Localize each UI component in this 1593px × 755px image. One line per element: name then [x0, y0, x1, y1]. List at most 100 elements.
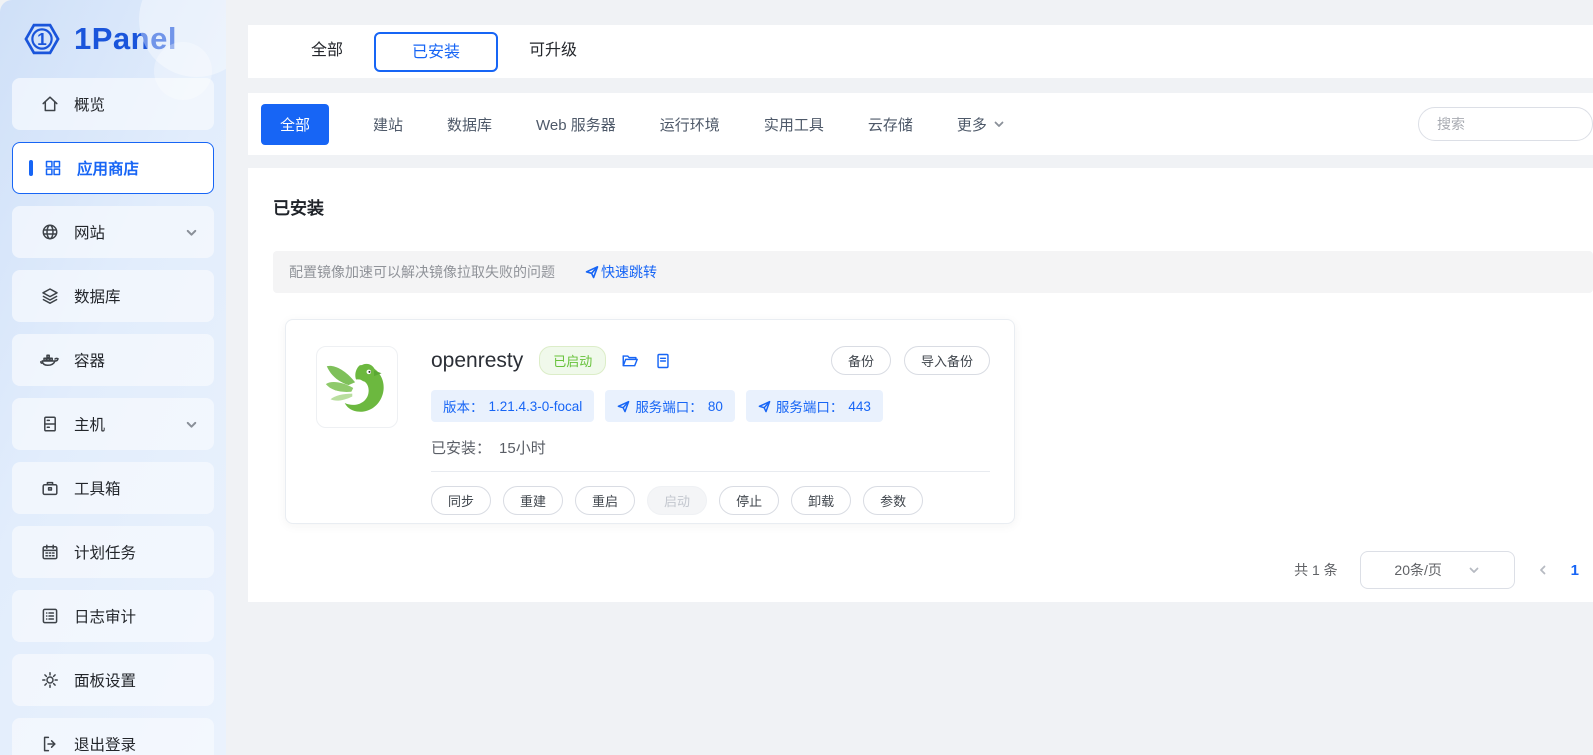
more-label: 更多: [956, 116, 987, 134]
tab-installed[interactable]: 已安装: [374, 31, 499, 72]
installed-label: 已安装：: [431, 440, 492, 457]
installed-apps-panel: 已安装 配置镜像加速可以解决镜像拉取失败的问题 快速跳转 openresty 已…: [248, 168, 1593, 602]
quick-jump-label: 快速跳转: [601, 264, 657, 280]
sidebar-item-website[interactable]: 网站: [12, 206, 214, 258]
category-more-dropdown[interactable]: 更多: [957, 114, 1005, 135]
pagination-total: 共 1 条: [1294, 562, 1338, 578]
calendar-icon: [42, 544, 58, 560]
paper-plane-icon: [758, 400, 771, 412]
page-size-select[interactable]: 20条/页: [1359, 551, 1515, 589]
sidebar-item-label: 工具箱: [74, 481, 121, 498]
search-input[interactable]: [1418, 107, 1593, 141]
section-title: 已安装: [273, 199, 324, 218]
svg-text:1: 1: [37, 29, 47, 49]
app-name: openresty: [431, 348, 524, 372]
quick-jump-link[interactable]: 快速跳转: [585, 262, 657, 282]
paper-plane-icon: [585, 266, 599, 279]
sidebar-item-label: 应用商店: [77, 161, 140, 178]
gear-icon: [42, 672, 58, 688]
start-button: 启动: [647, 486, 708, 515]
openresty-bird-icon: [325, 363, 384, 412]
sidebar-item-container[interactable]: 容器: [12, 334, 214, 386]
backup-button[interactable]: 备份: [830, 346, 891, 375]
sync-button[interactable]: 同步: [431, 486, 492, 515]
sidebar-item-appstore[interactable]: 应用商店: [12, 142, 214, 194]
sidebar-item-label: 计划任务: [74, 545, 137, 562]
mirror-hint-alert: 配置镜像加速可以解决镜像拉取失败的问题 快速跳转: [273, 251, 1593, 293]
app-status-tabbar: 全部 已安装 可升级: [248, 25, 1593, 78]
category-filterbar: 全部 建站 数据库 Web 服务器 运行环境 实用工具 云存储 更多: [248, 93, 1593, 155]
chevron-down-icon: [994, 121, 1004, 127]
sidebar-item-cron[interactable]: 计划任务: [12, 526, 214, 578]
tab-all[interactable]: 全部: [280, 32, 374, 72]
sidebar-item-label: 概览: [74, 97, 106, 114]
active-indicator: [29, 160, 33, 176]
category-cloud-storage[interactable]: 云存储: [868, 114, 913, 135]
version-label: 版本：: [443, 400, 484, 415]
log-list-icon: [42, 608, 58, 624]
chevron-down-icon: [1469, 567, 1479, 573]
stop-button[interactable]: 停止: [719, 486, 780, 515]
sidebar-item-label: 日志审计: [74, 609, 137, 626]
chevron-down-icon: [186, 421, 197, 428]
server-icon: [44, 416, 56, 432]
rebuild-button[interactable]: 重建: [503, 486, 564, 515]
sidebar-item-label: 面板设置: [74, 673, 137, 690]
chevron-down-icon: [186, 229, 197, 236]
status-badge: 已启动: [539, 346, 607, 375]
category-database[interactable]: 数据库: [447, 114, 492, 135]
prev-page-button[interactable]: [1537, 564, 1549, 576]
service-port-80-tag[interactable]: 服务端口： 80: [605, 390, 735, 422]
tab-upgradable[interactable]: 可升级: [498, 32, 608, 72]
params-button[interactable]: 参数: [863, 486, 924, 515]
card-divider: [431, 471, 990, 472]
sidebar-item-label: 数据库: [74, 289, 121, 306]
app-card-body: openresty 已启动 备份 导入备份 版本： 1.21.4.3-0-foc…: [431, 346, 990, 523]
import-backup-button[interactable]: 导入备份: [903, 346, 990, 375]
version-tag: 版本： 1.21.4.3-0-focal: [431, 390, 595, 422]
layers-icon: [42, 288, 58, 304]
chevron-left-icon: [1539, 565, 1546, 575]
category-website[interactable]: 建站: [373, 114, 403, 135]
appstore-grid-icon: [45, 160, 61, 176]
installed-duration: 已安装： 15小时: [431, 437, 990, 458]
sidebar-item-label: 网站: [74, 225, 106, 242]
sidebar-item-label: 主机: [74, 417, 106, 434]
briefcase-icon: [42, 481, 58, 496]
category-tools[interactable]: 实用工具: [764, 114, 824, 135]
uninstall-button[interactable]: 卸载: [791, 486, 852, 515]
pagination: 共 1 条 20条/页 1: [273, 551, 1593, 589]
page-size-value: 20条/页: [1394, 562, 1442, 578]
app-actions: 同步 重建 重启 启动 停止 卸载 参数: [431, 486, 990, 515]
sidebar-item-label: 退出登录: [74, 737, 137, 754]
sidebar-item-toolbox[interactable]: 工具箱: [12, 462, 214, 514]
restart-button[interactable]: 重启: [575, 486, 636, 515]
sidebar-item-settings[interactable]: 面板设置: [12, 654, 214, 706]
category-all-button[interactable]: 全部: [261, 103, 330, 145]
globe-icon: [42, 224, 58, 240]
installed-value: 15小时: [499, 440, 546, 457]
sidebar-item-logs[interactable]: 日志审计: [12, 590, 214, 642]
alert-message: 配置镜像加速可以解决镜像拉取失败的问题: [289, 264, 555, 280]
app-card-openresty: openresty 已启动 备份 导入备份 版本： 1.21.4.3-0-foc…: [285, 319, 1015, 524]
sidebar-item-logout[interactable]: 退出登录: [12, 718, 214, 755]
port-value: 80: [707, 398, 723, 414]
paper-plane-icon: [617, 400, 630, 412]
sidebar-item-label: 容器: [74, 353, 106, 370]
sidebar-item-host[interactable]: 主机: [12, 398, 214, 450]
logout-icon: [43, 736, 56, 752]
document-icon[interactable]: [654, 352, 672, 370]
sidebar-menu: 概览 应用商店 网站 数据库 容器 主机 工具箱 计划任务 日志审计 面板设置 …: [0, 78, 226, 755]
current-page[interactable]: 1: [1571, 562, 1579, 579]
category-runtime[interactable]: 运行环境: [660, 114, 720, 135]
app-logo-box: [316, 346, 398, 428]
service-port-443-tag[interactable]: 服务端口： 443: [745, 390, 883, 422]
sidebar-item-database[interactable]: 数据库: [12, 270, 214, 322]
port-value: 443: [848, 398, 871, 414]
folder-icon[interactable]: [621, 352, 639, 370]
category-webserver[interactable]: Web 服务器: [536, 114, 616, 135]
sidebar: 1 1Panel 概览 应用商店 网站 数据库 容器 主机 工具箱 计划任务 日…: [0, 0, 226, 755]
port-label: 服务端口：: [775, 400, 844, 415]
home-icon: [42, 96, 58, 112]
hexagon-1-icon: 1: [20, 17, 64, 61]
